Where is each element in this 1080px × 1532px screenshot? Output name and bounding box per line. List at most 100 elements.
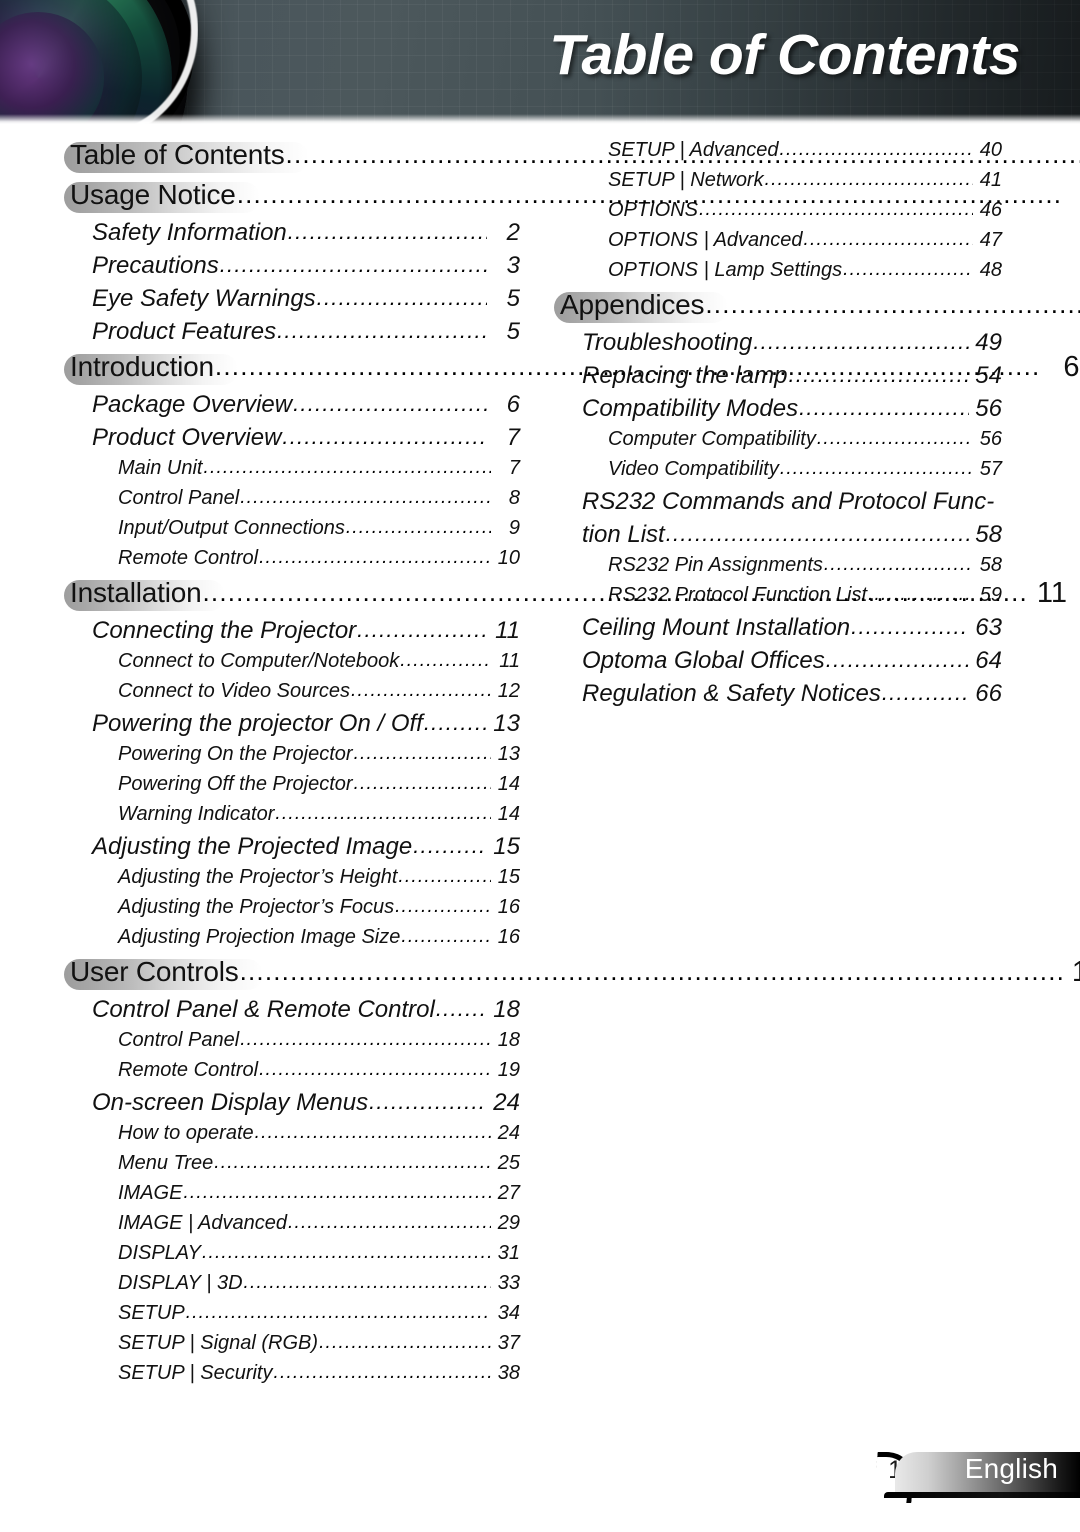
toc-entry-level3[interactable]: Adjusting Projection Image Size 16 — [70, 926, 520, 956]
toc-entry-page: 5 — [506, 285, 520, 312]
toc-entry-level1[interactable]: Usage Notice2 — [64, 179, 520, 218]
toc-leader-dots — [824, 554, 973, 576]
toc-entry-level2[interactable]: Safety Information 2 — [70, 219, 520, 252]
footer-language-label: English — [964, 1453, 1058, 1484]
toc-leader-dots — [293, 391, 487, 417]
toc-leader-dots — [244, 1272, 491, 1294]
toc-entry-level2[interactable]: Powering the projector On / Off 13 — [70, 710, 520, 743]
toc-entry-level2[interactable]: Package Overview 6 — [70, 391, 520, 424]
toc-entry-level3[interactable]: IMAGE | Advanced 29 — [70, 1212, 520, 1242]
toc-leader-dots — [666, 521, 969, 547]
toc-entry-level2[interactable]: Adjusting the Projected Image 15 — [70, 833, 520, 866]
toc-entry-level3[interactable]: Connect to Video Sources 12 — [70, 680, 520, 710]
toc-entry-level2[interactable]: Compatibility Modes 56 — [560, 395, 1002, 428]
toc-leader-dots — [817, 428, 973, 450]
toc-entry-level3[interactable]: Adjusting the Projector’s Height 15 — [70, 866, 520, 896]
toc-entry-level2[interactable]: Precautions 3 — [70, 252, 520, 285]
toc-leader-dots — [346, 517, 491, 539]
toc-entry-page: 5 — [506, 318, 520, 345]
toc-entry-page: 6 — [1063, 351, 1080, 383]
toc-entry-page: 37 — [497, 1332, 520, 1354]
toc-entry-title: DISPLAY — [118, 1242, 201, 1264]
toc-entry-page: 3 — [506, 252, 520, 279]
toc-leader-dots — [705, 289, 1080, 320]
toc-entry-level3[interactable]: Control Panel 8 — [70, 487, 520, 517]
toc-leader-dots — [186, 1302, 491, 1324]
toc-left-column: Table of Contents1Usage Notice2Safety In… — [64, 139, 1080, 1392]
toc-entry-level3[interactable]: Input/Output Connections 9 — [70, 517, 520, 547]
toc-entry-title: Table of Contents — [70, 139, 285, 170]
toc-leader-dots — [240, 956, 1066, 987]
toc-entry-level1[interactable]: Installation 11 — [64, 577, 1067, 616]
toc-entry-title: Main Unit — [118, 457, 203, 479]
toc-leader-dots — [369, 1089, 487, 1115]
toc-entry-level1[interactable]: Table of Contents1 — [64, 139, 520, 178]
toc-entry-level1[interactable]: User Controls 18 — [64, 956, 1080, 995]
toc-entry-level1[interactable]: Appendices49 — [554, 289, 1002, 328]
toc-entry-level3[interactable]: Warning Indicator 14 — [70, 803, 520, 833]
toc-leader-dots — [799, 395, 969, 421]
toc-entry-level2[interactable]: Product Features 5 — [70, 318, 520, 351]
toc-entry-level3[interactable]: Powering On the Projector 13 — [70, 743, 520, 773]
toc-entry-level3[interactable]: Computer Compatibility 56 — [560, 428, 1002, 458]
toc-entry-level2[interactable]: Control Panel & Remote Control 18 — [70, 996, 520, 1029]
toc-leader-dots — [240, 1029, 491, 1051]
toc-entry-level3[interactable]: SETUP | Security 38 — [70, 1362, 520, 1392]
toc-entry-level3[interactable]: DISPLAY 31 — [70, 1242, 520, 1272]
toc-leader-dots — [277, 318, 487, 344]
toc-entry-level2[interactable]: tion List 58 — [560, 521, 1002, 554]
toc-entry-level3[interactable]: OPTIONS | Lamp Settings 48 — [560, 259, 1002, 289]
toc-entry-level3[interactable]: Main Unit 7 — [70, 457, 520, 487]
toc-entry-level3[interactable]: How to operate 24 — [70, 1122, 520, 1152]
toc-entry-page: 16 — [497, 896, 520, 918]
toc-entry-page: 31 — [497, 1242, 520, 1264]
toc-entry-title-wrapped[interactable]: RS232 Commands and Protocol Func- — [560, 488, 1002, 521]
toc-entry-level3[interactable]: Connect to Computer/Notebook 11 — [70, 650, 520, 680]
toc-entry-level3[interactable]: OPTIONS | Advanced 47 — [560, 229, 1002, 259]
toc-entry-level1[interactable]: Introduction 6 — [64, 351, 1079, 390]
toc-leader-dots — [354, 743, 491, 765]
toc-entry-page: 58 — [975, 521, 1002, 548]
toc-entry-level2[interactable]: Product Overview 7 — [70, 424, 520, 457]
toc-entry-level3[interactable]: Remote Control 10 — [70, 547, 520, 577]
toc-entry-level3[interactable]: IMAGE 27 — [70, 1182, 520, 1212]
toc-entry-level2[interactable]: Ceiling Mount Installation 63 — [560, 614, 1002, 647]
toc-entry-title: Control Panel — [118, 1029, 240, 1051]
toc-leader-dots — [288, 1212, 491, 1234]
toc-entry-page: 24 — [497, 1122, 520, 1144]
toc-entry-title: SETUP | Security — [118, 1362, 273, 1384]
toc-entry-level3[interactable]: SETUP 34 — [70, 1302, 520, 1332]
toc-entry-page: 2 — [506, 219, 520, 246]
toc-entry-page: 2 — [1063, 179, 1080, 212]
toc-entry-level2[interactable]: On-screen Display Menus 24 — [70, 1089, 520, 1122]
toc-entry-level3[interactable]: SETUP | Signal (RGB) 37 — [70, 1332, 520, 1362]
toc-entry-level2[interactable]: Regulation & Safety Notices 66 — [560, 680, 1002, 713]
toc-entry-level2[interactable]: Eye Safety Warnings 5 — [70, 285, 520, 318]
toc-leader-dots — [317, 285, 487, 311]
toc-leader-dots — [288, 219, 487, 245]
toc-entry-level2[interactable]: Connecting the Projector 11 — [70, 617, 520, 650]
toc-entry-level3[interactable]: Remote Control 19 — [70, 1059, 520, 1089]
toc-entry-title: Adjusting Projection Image Size — [118, 926, 401, 948]
toc-entry-level3[interactable]: Adjusting the Projector’s Focus 16 — [70, 896, 520, 926]
toc-entry-level3[interactable]: Powering Off the Projector 14 — [70, 773, 520, 803]
toc-entry-title: Powering the projector On / Off — [92, 710, 423, 737]
toc-entry-level3[interactable]: DISPLAY | 3D 33 — [70, 1272, 520, 1302]
toc-entry-page: 11 — [1036, 577, 1067, 609]
toc-entry-inner: Introduction 6 — [70, 351, 1079, 384]
toc-leader-dots — [826, 647, 969, 673]
toc-entry-page: 56 — [975, 395, 1002, 422]
toc-entry-level2[interactable]: Optoma Global Offices 64 — [560, 647, 1002, 680]
toc-entry-title: Connecting the Projector — [92, 617, 357, 644]
toc-leader-dots — [395, 896, 491, 918]
toc-entry-level3[interactable]: Video Compatibility 57 — [560, 458, 1002, 488]
toc-entry-level3[interactable]: Menu Tree 25 — [70, 1152, 520, 1182]
toc-leader-dots — [400, 650, 491, 672]
toc-entry-page: 27 — [497, 1182, 520, 1204]
toc-entry-page: 8 — [508, 487, 520, 509]
toc-leader-dots — [319, 1332, 491, 1354]
toc-entry-level3[interactable]: Control Panel 18 — [70, 1029, 520, 1059]
toc-entry-title: Powering On the Projector — [118, 743, 353, 765]
toc-entry-inner: User Controls 18 — [70, 956, 1080, 989]
toc-entry-title: Input/Output Connections — [118, 517, 345, 539]
